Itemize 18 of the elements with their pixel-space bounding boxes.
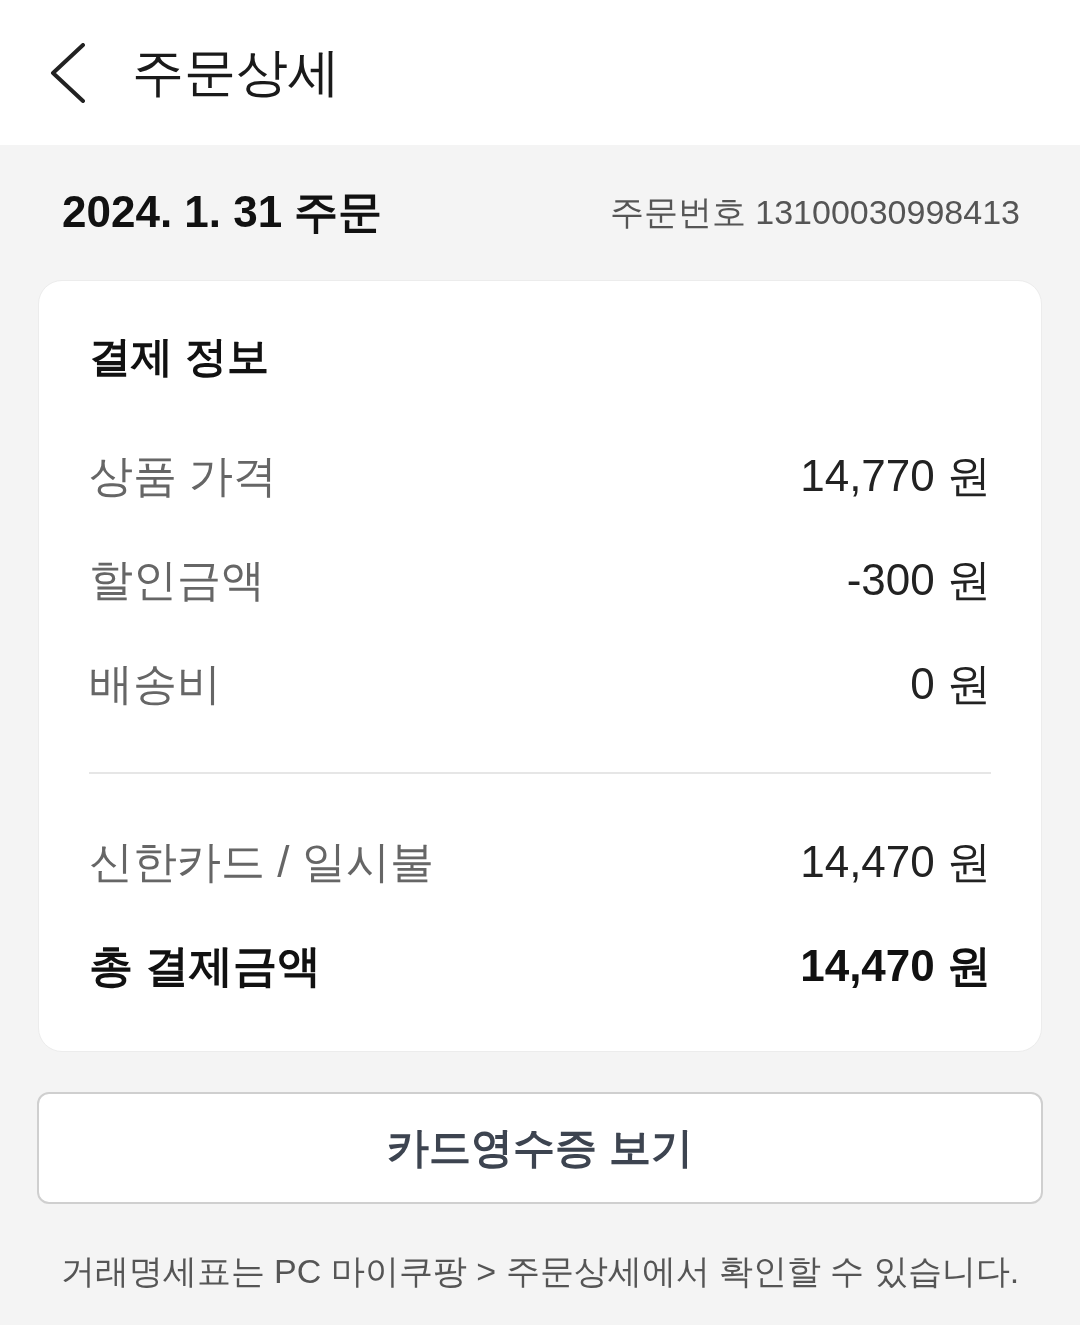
- row-value: 14,470 원: [800, 835, 991, 888]
- row-label: 할인금액: [89, 553, 265, 606]
- order-number: 주문번호 13100030998413: [609, 191, 1020, 233]
- card-title: 결제 정보: [89, 332, 269, 382]
- row-value: 14,770 원: [800, 449, 991, 502]
- card-receipt-button[interactable]: 카드영수증 보기: [37, 1092, 1043, 1204]
- row-label: 신한카드 / 일시불: [89, 835, 434, 888]
- row-label: 상품 가격: [89, 449, 278, 502]
- row-label: 총 결제금액: [89, 939, 322, 992]
- back-chevron-icon: [50, 42, 86, 103]
- row-value: 14,470 원: [800, 939, 991, 992]
- order-date: 2024. 1. 31 주문: [62, 186, 383, 238]
- page-title: 주문상세: [132, 42, 340, 104]
- row-value: -300 원: [846, 553, 991, 606]
- row-value: 0 원: [910, 657, 991, 710]
- footnote-text: 거래명세표는 PC 마이쿠팡 > 주문상세에서 확인할 수 있습니다.: [60, 1251, 1020, 1292]
- back-button[interactable]: [50, 42, 86, 103]
- row-label: 배송비: [89, 657, 221, 710]
